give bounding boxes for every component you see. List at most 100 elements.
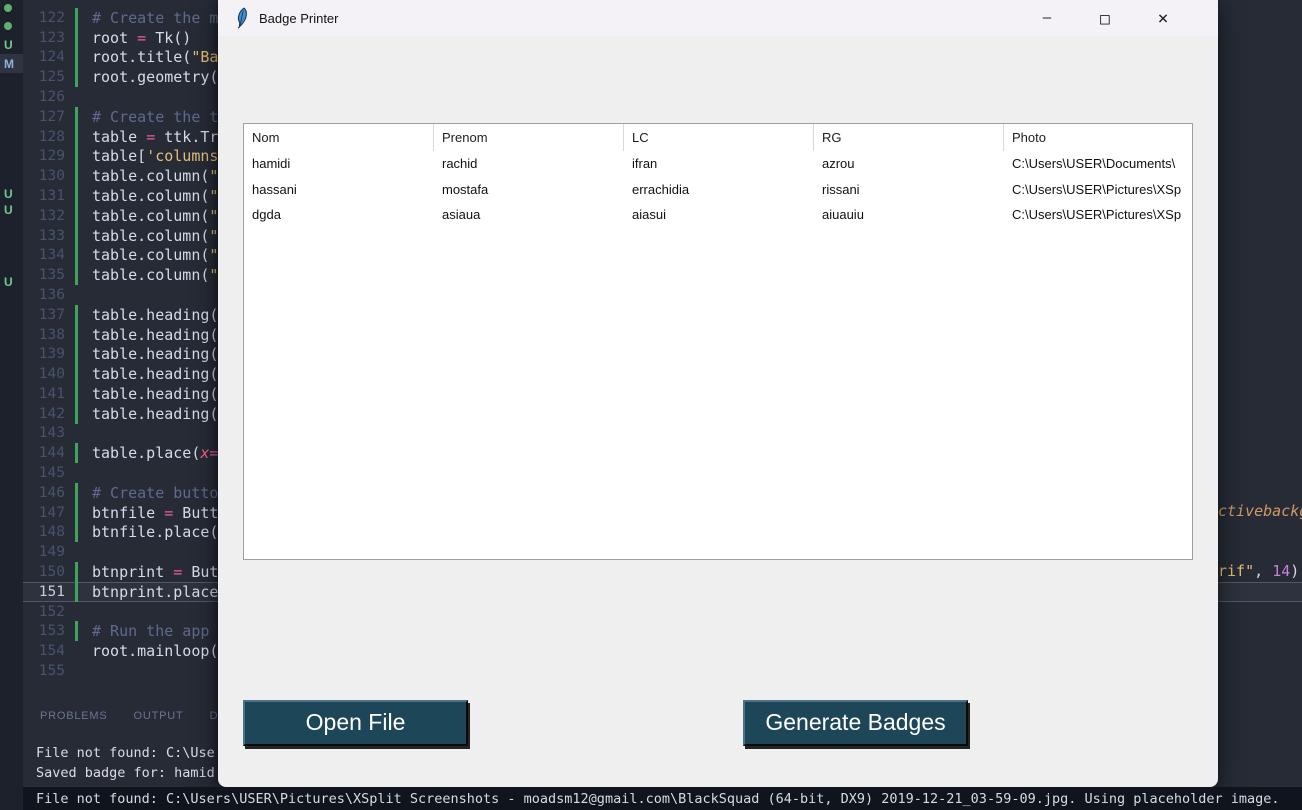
line-number: 143 [23, 425, 67, 441]
git-status-badge: U [4, 275, 13, 289]
line-number: 122 [23, 10, 67, 26]
table-cell: errachidia [624, 177, 814, 203]
column-header-lc[interactable]: LC [624, 124, 814, 151]
git-change-bar [75, 166, 78, 186]
git-change-bar [75, 48, 78, 68]
column-header-photo[interactable]: Photo [1004, 124, 1192, 151]
line-number: 141 [23, 386, 67, 402]
line-number: 154 [23, 643, 67, 659]
badges-table[interactable]: NomPrenomLCRGPhoto hamidirachidifranazro… [243, 123, 1193, 560]
code-fragment: ctivebackg [1218, 501, 1302, 521]
table-cell: hassani [244, 177, 434, 203]
git-change-bar [75, 344, 78, 364]
panel-tab-problems[interactable]: PROBLEMS [40, 710, 108, 722]
git-change-bar [75, 107, 78, 127]
screen: UMUUU 122# Create the m123root = Tk()124… [0, 0, 1302, 810]
code-text: # Create the t [92, 108, 218, 126]
panel-tab-output[interactable]: OUTPUT [134, 710, 184, 722]
table-cell: rissani [814, 177, 1004, 203]
code-text: table.heading( [92, 326, 218, 344]
code-text: # Run the app [92, 622, 218, 640]
table-row[interactable]: hamidirachidifranazrouC:\Users\USER\Docu… [244, 151, 1192, 177]
explorer-item-badge[interactable]: U [0, 35, 23, 54]
table-cell: hamidi [244, 151, 434, 177]
window-titlebar[interactable]: Badge Printer — □ × [218, 0, 1218, 36]
table-body: hamidirachidifranazrouC:\Users\USER\Docu… [244, 151, 1192, 228]
column-header-rg[interactable]: RG [814, 124, 1004, 151]
window-title: Badge Printer [259, 11, 339, 26]
line-number: 135 [23, 267, 67, 283]
explorer-item-badge[interactable]: M [0, 54, 23, 73]
git-status-badge: U [4, 203, 13, 217]
git-change-bar [75, 186, 78, 206]
minimize-button[interactable]: — [1018, 0, 1076, 36]
code-text: table.column(" [92, 167, 218, 185]
code-text: btnprint = But [92, 563, 218, 581]
column-header-prenom[interactable]: Prenom [434, 124, 624, 151]
code-text: table.column(" [92, 246, 218, 264]
maximize-button[interactable]: □ [1076, 0, 1134, 36]
explorer-item-badge[interactable] [0, 0, 23, 17]
git-change-bar [75, 582, 78, 602]
code-text: btnfile = Butt [92, 504, 218, 522]
explorer-item-badge[interactable] [0, 16, 23, 35]
tk-feather-icon [232, 7, 250, 29]
git-change-bar [75, 285, 78, 305]
git-change-bar [75, 523, 78, 543]
table-cell: aiasui [624, 202, 814, 228]
line-number: 150 [23, 564, 67, 580]
git-change-bar [75, 562, 78, 582]
code-text: btnprint.place [92, 583, 218, 601]
table-header-row: NomPrenomLCRGPhoto [244, 124, 1192, 151]
line-number: 126 [23, 89, 67, 105]
terminal-status-band: File not found: C:\Users\USER\Pictures\X… [23, 787, 1302, 810]
line-number: 124 [23, 49, 67, 65]
explorer-sidebar[interactable]: UMUUU [0, 0, 23, 810]
code-text: root.geometry( [92, 68, 218, 86]
line-number: 134 [23, 247, 67, 263]
window-controls: — □ × [1018, 0, 1192, 36]
code-text: table = ttk.Tr [92, 128, 218, 146]
explorer-item-badge[interactable]: U [0, 200, 23, 219]
git-change-bar [75, 661, 78, 681]
close-button[interactable]: × [1134, 0, 1192, 36]
terminal-line: Saved badge for: hamid [36, 765, 215, 781]
column-header-nom[interactable]: Nom [244, 124, 434, 151]
code-text: root.mainloop( [92, 642, 218, 660]
table-row[interactable]: dgdaasiauaaiasuiaiuauiuC:\Users\USER\Pic… [244, 202, 1192, 228]
git-change-bar [75, 265, 78, 285]
git-change-bar [75, 67, 78, 87]
code-text: root = Tk() [92, 29, 191, 47]
git-change-bar [75, 384, 78, 404]
git-change-bar [75, 127, 78, 147]
git-change-bar [75, 8, 78, 28]
badge-printer-window: Badge Printer — □ × NomPrenomLCRGPhoto h… [218, 0, 1218, 787]
terminal-line: File not found: C:\Use [36, 745, 215, 761]
line-number: 140 [23, 366, 67, 382]
line-number: 144 [23, 445, 67, 461]
file-dot-icon [4, 4, 12, 12]
git-change-bar [75, 325, 78, 345]
table-cell: mostafa [434, 177, 624, 203]
git-change-bar [75, 483, 78, 503]
line-number: 132 [23, 208, 67, 224]
line-number: 128 [23, 129, 67, 145]
line-number: 137 [23, 307, 67, 323]
table-cell: C:\Users\USER\Documents\ [1004, 151, 1192, 177]
table-cell: asiaua [434, 202, 624, 228]
generate-badges-button[interactable]: Generate Badges [743, 700, 968, 746]
open-file-button[interactable]: Open File [243, 700, 468, 746]
code-text: table.heading( [92, 365, 218, 383]
code-text: table.heading( [92, 385, 218, 403]
line-number: 131 [23, 188, 67, 204]
code-text: table.column(" [92, 227, 218, 245]
git-change-bar [75, 463, 78, 483]
line-number: 138 [23, 327, 67, 343]
line-number: 155 [23, 663, 67, 679]
table-row[interactable]: hassanimostafaerrachidiarissaniC:\Users\… [244, 177, 1192, 203]
code-text: # Create the m [92, 9, 218, 27]
explorer-item-badge[interactable]: U [0, 272, 23, 291]
line-number: 123 [23, 30, 67, 46]
git-status-badge: U [4, 38, 13, 52]
git-change-bar [75, 206, 78, 226]
